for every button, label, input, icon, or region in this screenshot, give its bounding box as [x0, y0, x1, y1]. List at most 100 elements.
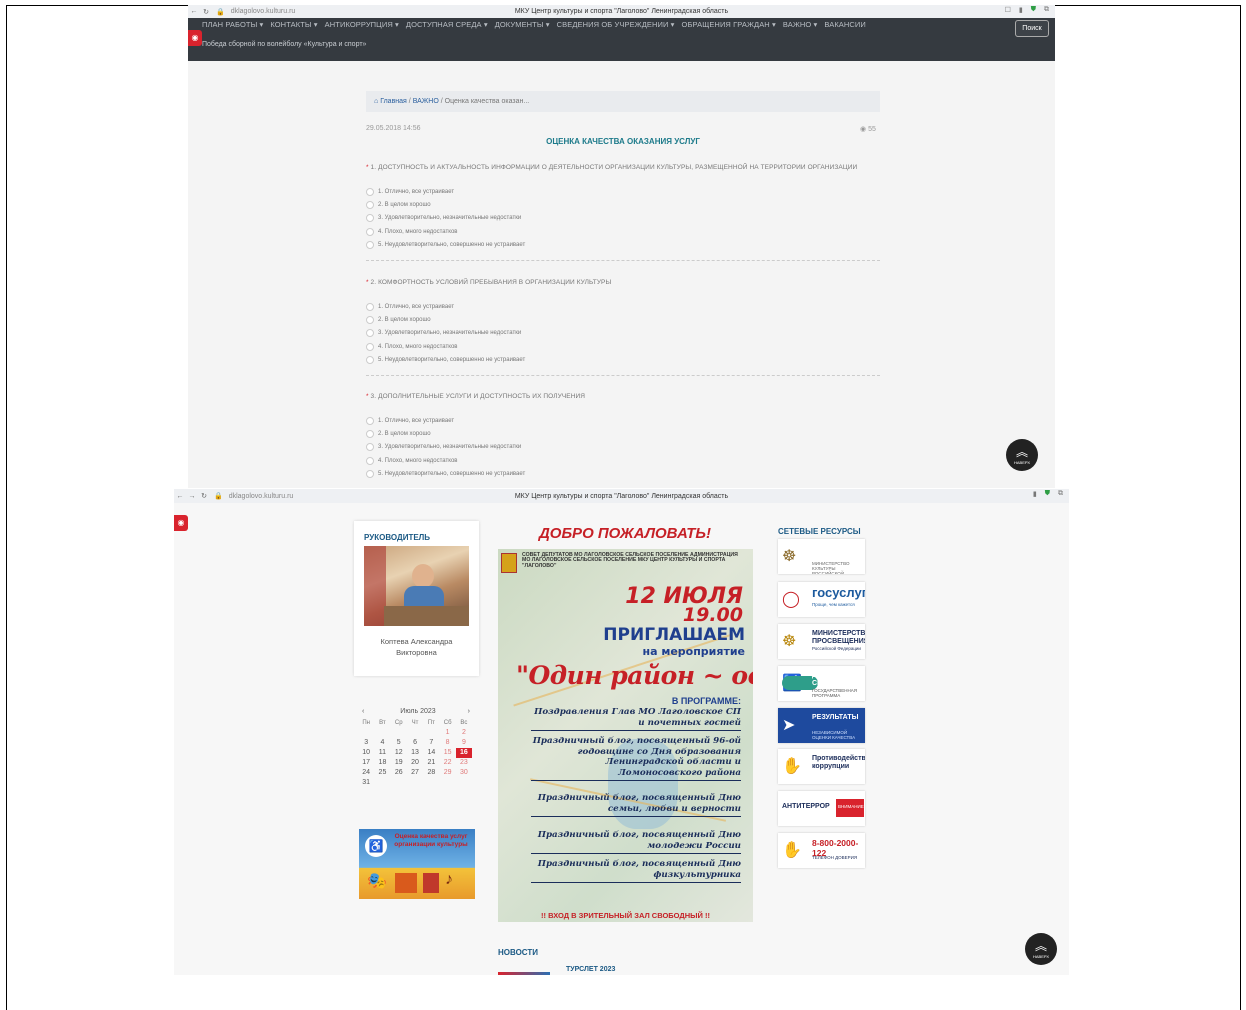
- accessibility-eye-icon[interactable]: ◉: [188, 30, 202, 46]
- radio-button[interactable]: [366, 429, 374, 438]
- menu-item-anticorruption[interactable]: АНТИКОРРУПЦИЯ ▾: [325, 20, 399, 29]
- shield-icon[interactable]: ⛊: [1045, 490, 1050, 498]
- bookmark-icon[interactable]: ▮: [1033, 490, 1037, 498]
- radio-button[interactable]: [366, 227, 374, 236]
- radio-button[interactable]: [366, 315, 374, 324]
- radio-button[interactable]: [366, 469, 374, 478]
- calendar-day[interactable]: 14: [423, 748, 439, 758]
- radio-button[interactable]: [366, 329, 374, 338]
- answer-option[interactable]: 5. Неудовлетворительно, совершенно не ус…: [366, 467, 880, 480]
- radio-button[interactable]: [366, 200, 374, 209]
- breadcrumb-section[interactable]: ВАЖНО: [413, 98, 439, 105]
- quality-survey-banner[interactable]: ♿ Оценка качества услуг организации куль…: [359, 829, 475, 899]
- menu-item-vacancies[interactable]: ВАКАНСИИ: [824, 20, 866, 29]
- extensions-icon[interactable]: ⧉: [1044, 6, 1049, 14]
- news-thumbnail[interactable]: [498, 972, 550, 975]
- bookmark-icon[interactable]: ▮: [1019, 6, 1023, 14]
- menu-item-documents[interactable]: ДОКУМЕНТЫ ▾: [495, 20, 550, 29]
- menu-item-appeals[interactable]: ОБРАЩЕНИЯ ГРАЖДАН ▾: [682, 20, 776, 29]
- answer-option[interactable]: 2. В целом хорошо: [366, 427, 880, 440]
- answer-option[interactable]: 5. Неудовлетворительно, совершенно не ус…: [366, 238, 880, 251]
- menu-item-contacts[interactable]: КОНТАКТЫ ▾: [270, 20, 317, 29]
- event-poster[interactable]: СОВЕТ ДЕПУТАТОВ МО ЛАГОЛОВСКОЕ СЕЛЬСКОЕ …: [498, 549, 753, 922]
- menu-item-plan[interactable]: ПЛАН РАБОТЫ ▾: [202, 20, 263, 29]
- accessibility-eye-icon[interactable]: ◉: [174, 515, 188, 531]
- answer-option[interactable]: 5. Неудовлетворительно, совершенно не ус…: [366, 353, 880, 366]
- answer-option[interactable]: 1. Отлично, все устраивает: [366, 300, 880, 313]
- answer-option[interactable]: 3. Удовлетворительно, незначительные нед…: [366, 441, 880, 454]
- menu-item-accessible[interactable]: ДОСТУПНАЯ СРЕДА ▾: [406, 20, 488, 29]
- radio-button[interactable]: [366, 214, 374, 223]
- accessible-environment-link[interactable]: ♿ДОСТУПНАЯ СРЕДАГОСУДАРСТВЕННАЯ ПРОГРАММ…: [778, 666, 865, 701]
- breadcrumb-home[interactable]: Главная: [380, 98, 407, 105]
- calendar-day[interactable]: 10: [358, 748, 374, 758]
- calendar-day[interactable]: 20: [407, 758, 423, 768]
- calendar-day[interactable]: 11: [374, 748, 390, 758]
- calendar-day[interactable]: 21: [423, 758, 439, 768]
- calendar-day[interactable]: 22: [439, 758, 455, 768]
- quality-results-link[interactable]: ➤ РЕЗУЛЬТАТЫ НЕЗАВИСИМОЙ ОЦЕНКИ КАЧЕСТВА: [778, 708, 865, 743]
- scroll-top-button[interactable]: ︽ НАВЕРХ: [1025, 933, 1057, 965]
- calendar-day[interactable]: 3: [358, 738, 374, 748]
- radio-button[interactable]: [366, 240, 374, 249]
- radio-button[interactable]: [366, 187, 374, 196]
- extensions-icon[interactable]: ⧉: [1058, 490, 1063, 498]
- radio-button[interactable]: [366, 302, 374, 311]
- calendar-day[interactable]: 7: [423, 738, 439, 748]
- home-icon[interactable]: ⌂: [374, 98, 378, 105]
- menu-item-about[interactable]: СВЕДЕНИЯ ОБ УЧРЕЖДЕНИИ ▾: [557, 20, 675, 29]
- radio-button[interactable]: [366, 342, 374, 351]
- calendar-day[interactable]: 13: [407, 748, 423, 758]
- shield-icon[interactable]: ⛊: [1031, 6, 1036, 14]
- trust-phone-link[interactable]: ✋ 8-800-2000-122 ТЕЛЕФОН ДОВЕРИЯ: [778, 833, 865, 868]
- calendar-day[interactable]: 1: [439, 728, 455, 738]
- culture-ministry-link[interactable]: ☸ МИНИСТЕРСТВО КУЛЬТУРЫ РОССИЙСКОЙ ФЕДЕРА…: [778, 539, 865, 574]
- calendar-day[interactable]: 26: [391, 768, 407, 778]
- calendar-day[interactable]: 8: [439, 738, 455, 748]
- calendar-day[interactable]: 24: [358, 768, 374, 778]
- answer-option[interactable]: 1. Отлично, все устраивает: [366, 185, 880, 198]
- answer-option[interactable]: 2. В целом хорошо: [366, 198, 880, 211]
- scroll-top-button[interactable]: ︽ НАВЕРХ: [1006, 439, 1038, 471]
- calendar-day[interactable]: 15: [439, 748, 455, 758]
- calendar-day[interactable]: 4: [374, 738, 390, 748]
- calendar-day[interactable]: 5: [391, 738, 407, 748]
- calendar-day[interactable]: 28: [423, 768, 439, 778]
- calendar-day[interactable]: 23: [456, 758, 472, 768]
- calendar-day[interactable]: 17: [358, 758, 374, 768]
- calendar-day[interactable]: 25: [374, 768, 390, 778]
- radio-button[interactable]: [366, 355, 374, 364]
- radio-button[interactable]: [366, 416, 374, 425]
- calendar-next-icon[interactable]: ›: [468, 708, 470, 715]
- answer-option[interactable]: 1. Отлично, все устраивает: [366, 414, 880, 427]
- radio-button[interactable]: [366, 456, 374, 465]
- calendar-day[interactable]: 6: [407, 738, 423, 748]
- calendar-day[interactable]: 27: [407, 768, 423, 778]
- calendar-day[interactable]: 18: [374, 758, 390, 768]
- calendar-day[interactable]: 30: [456, 768, 472, 778]
- calendar-day[interactable]: 9: [456, 738, 472, 748]
- gosuslugi-link[interactable]: ◯ госуслуги Проще, чем кажется: [778, 582, 865, 617]
- reader-icon[interactable]: ☐: [1005, 6, 1011, 14]
- calendar-day[interactable]: 12: [391, 748, 407, 758]
- calendar-prev-icon[interactable]: ‹: [362, 708, 364, 715]
- calendar-day[interactable]: 2: [456, 728, 472, 738]
- calendar-day[interactable]: 31: [358, 778, 374, 788]
- answer-option[interactable]: 2. В целом хорошо: [366, 313, 880, 326]
- education-ministry-link[interactable]: ☸ МИНИСТЕРСТВО ПРОСВЕЩЕНИЯ Российской Феде…: [778, 624, 865, 659]
- calendar-day[interactable]: 19: [391, 758, 407, 768]
- answer-option[interactable]: 4. Плохо, много недостатков: [366, 225, 880, 238]
- answer-option[interactable]: 3. Удовлетворительно, незначительные нед…: [366, 327, 880, 340]
- news-ticker[interactable]: Победа сборной по волейболу «Культура и …: [202, 41, 366, 48]
- director-photo[interactable]: [364, 546, 469, 626]
- antiterror-link[interactable]: АНТИТЕРРОР ВНИМАНИЕ!: [778, 791, 865, 826]
- answer-option[interactable]: 3. Удовлетворительно, незначительные нед…: [366, 212, 880, 225]
- calendar-day[interactable]: 29: [439, 768, 455, 778]
- search-button[interactable]: Поиск: [1015, 20, 1049, 37]
- calendar-day[interactable]: 16: [455, 748, 473, 758]
- anticorruption-link[interactable]: ✋ Противодействие коррупции: [778, 749, 865, 784]
- answer-option[interactable]: 4. Плохо, много недостатков: [366, 454, 880, 467]
- answer-option[interactable]: 4. Плохо, много недостатков: [366, 340, 880, 353]
- menu-item-important[interactable]: ВАЖНО ▾: [783, 20, 817, 29]
- radio-button[interactable]: [366, 443, 374, 452]
